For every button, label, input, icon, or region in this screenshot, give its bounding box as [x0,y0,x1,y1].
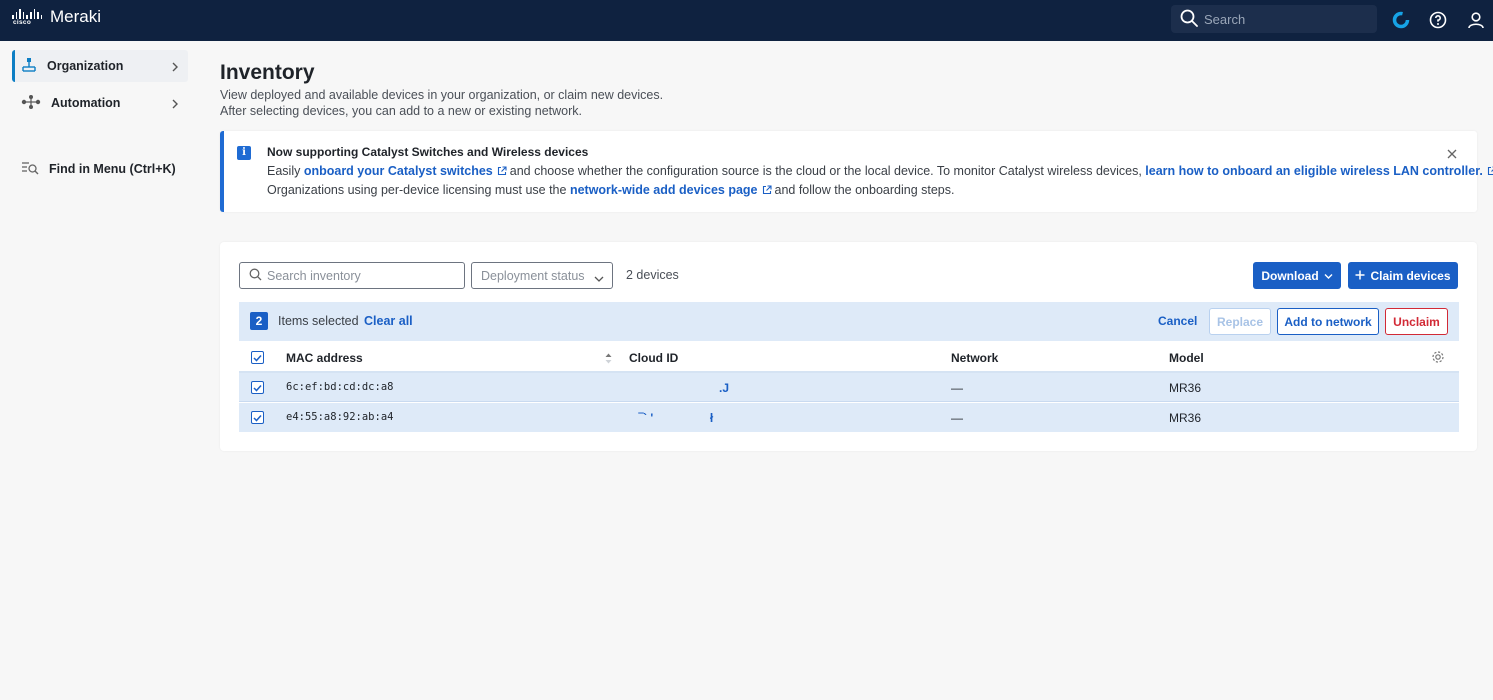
column-header-network[interactable]: Network [951,351,998,365]
page-title: Inventory [220,61,315,84]
column-header-model[interactable]: Model [1169,351,1204,365]
row-checkbox[interactable] [251,411,264,424]
status-ring-icon[interactable] [1390,9,1412,31]
external-link-icon [762,184,772,198]
help-icon[interactable] [1427,9,1449,31]
sort-icon[interactable] [605,352,612,367]
table-row[interactable]: 6c:ef:bd:cd:dc:a8 .J — MR36 [239,373,1459,402]
info-banner: i Now supporting Catalyst Switches and W… [220,131,1493,212]
cloud-id: ‾` ' ł [639,411,714,425]
find-in-menu-label: Find in Menu (Ctrl+K) [49,162,176,176]
cloud-id: .J [719,381,730,395]
chevron-down-icon [594,271,604,286]
model: MR36 [1169,411,1202,425]
chevron-right-icon [171,60,179,75]
network: — [951,411,963,425]
brand[interactable]: cisco Meraki [12,7,102,28]
external-link-icon [497,165,507,179]
download-button[interactable]: Download [1253,262,1341,289]
cisco-logo: cisco [12,8,43,28]
banner-text: and choose whether the configuration sou… [509,164,1146,178]
page-description: View deployed and available devices in y… [220,88,664,118]
find-in-menu[interactable]: Find in Menu (Ctrl+K) [12,153,188,185]
claim-devices-label: Claim devices [1370,268,1451,283]
sidebar-item-label: Organization [47,59,124,73]
info-icon: i [237,146,251,160]
model: MR36 [1169,381,1202,395]
sidebar-item-label: Automation [51,96,121,110]
inventory-search-input[interactable]: Search inventory [239,262,465,289]
banner-text: Organizations using per-device licensing… [267,183,570,197]
column-header-mac[interactable]: MAC address [286,351,363,365]
mac-address: e4:55:a8:92:ab:a4 [286,411,394,423]
chevron-down-icon [1324,269,1333,283]
user-icon[interactable] [1465,9,1487,31]
cancel-button[interactable]: Cancel [1158,314,1197,328]
app-name: Meraki [50,7,102,26]
onboard-wlc-link[interactable]: learn how to onboard an eligible wireles… [1145,164,1483,178]
deployment-status-select[interactable]: Deployment status [471,262,613,289]
workflow-icon [21,94,41,113]
network-add-devices-link[interactable]: network-wide add devices page [570,183,758,197]
inventory-search-placeholder: Search inventory [267,268,361,283]
row-checkbox[interactable] [251,381,264,394]
menu-search-icon [21,160,39,179]
top-bar: cisco Meraki Search [0,0,1493,41]
network: — [951,381,963,395]
deployment-status-placeholder: Deployment status [481,268,585,283]
items-selected-label: Items selected [278,314,359,328]
cisco-logo-text: cisco [13,19,32,26]
table-header: MAC address Cloud ID Network Model [239,342,1459,373]
banner-text: and follow the onboarding steps. [774,183,955,197]
add-to-network-button[interactable]: Add to network [1277,308,1379,335]
inventory-panel: Search inventory Deployment status 2 dev… [220,242,1477,451]
banner-line-1: Easily onboard your Catalyst switches and… [267,164,1493,179]
replace-button[interactable]: Replace [1209,308,1271,335]
search-icon [249,268,262,284]
column-header-cloud-id[interactable]: Cloud ID [629,351,678,365]
banner-title: Now supporting Catalyst Switches and Wir… [267,145,589,159]
chevron-right-icon [171,97,179,112]
selection-bar: 2 Items selected Clear all Cancel Replac… [239,302,1459,341]
select-all-checkbox[interactable] [251,351,264,364]
global-search-placeholder: Search [1204,11,1246,27]
banner-line-2: Organizations using per-device licensing… [267,183,955,198]
global-search-input[interactable]: Search [1171,5,1377,33]
banner-text: Easily [267,164,304,178]
claim-devices-button[interactable]: Claim devices [1348,262,1458,289]
download-label: Download [1261,268,1319,283]
org-chart-icon [21,57,37,76]
gear-icon[interactable] [1431,350,1445,367]
onboard-switches-link[interactable]: onboard your Catalyst switches [304,164,493,178]
sidebar-item-organization[interactable]: Organization [12,50,188,82]
selected-count-badge: 2 [250,312,268,330]
external-link-icon [1487,165,1493,179]
unclaim-button[interactable]: Unclaim [1385,308,1448,335]
clear-all-button[interactable]: Clear all [364,314,413,328]
plus-icon [1355,269,1365,283]
close-icon[interactable] [1447,147,1457,162]
search-icon [1180,9,1198,30]
sidebar-item-automation[interactable]: Automation [12,87,188,119]
device-count: 2 devices [626,268,679,282]
mac-address: 6c:ef:bd:cd:dc:a8 [286,381,394,393]
table-row[interactable]: e4:55:a8:92:ab:a4 ‾` ' ł — MR36 [239,403,1459,432]
